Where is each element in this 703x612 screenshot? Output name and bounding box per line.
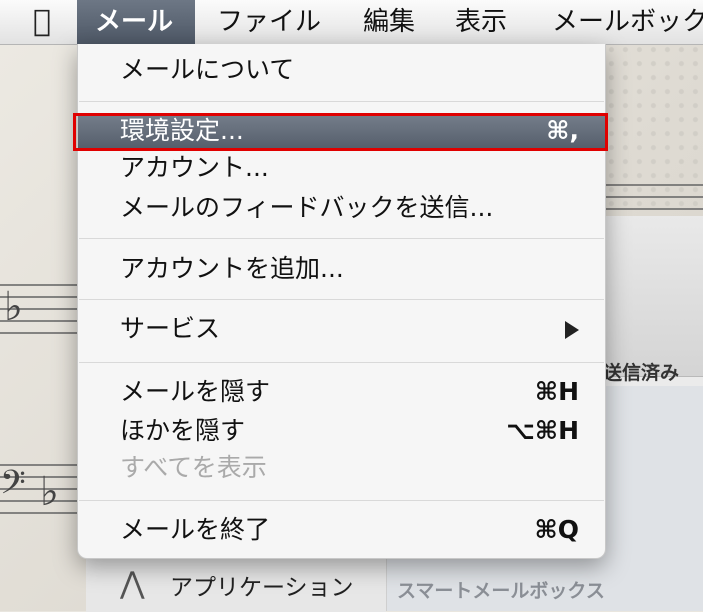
menu-item-hide-others[interactable]: ほかを隠す ⌥⌘H xyxy=(78,413,605,449)
music-staff xyxy=(603,184,703,220)
menu-item-label: ほかを隠す xyxy=(120,416,246,445)
sent-mailbox-label[interactable]: 送信済み xyxy=(603,358,679,385)
menu-item-accounts[interactable]: アカウント... xyxy=(78,150,605,186)
menu-item-add-account[interactable]: アカウントを追加... xyxy=(78,251,605,287)
menu-separator xyxy=(79,238,604,239)
finder-sidebar-item[interactable]: ⋀ アプリケーション xyxy=(86,555,386,612)
menu-edit[interactable]: 編集 xyxy=(345,0,433,44)
smart-mailbox-label[interactable]: スマートメールボックス xyxy=(397,576,605,603)
menu-item-about-mail[interactable]: メールについて xyxy=(78,52,605,88)
bass-clef-icon: 𝄢 xyxy=(0,464,26,510)
menu-item-label: すべてを表示 xyxy=(120,453,267,482)
menu-separator xyxy=(79,362,604,363)
menu-item-send-feedback[interactable]: メールのフィードバックを送信... xyxy=(78,190,605,226)
submenu-arrow-icon xyxy=(565,321,579,339)
menu-item-shortcut: ⌘H xyxy=(534,377,579,406)
menu-item-label: メールのフィードバックを送信... xyxy=(120,193,494,222)
menu-item-hide-mail[interactable]: メールを隠す ⌘H xyxy=(78,374,605,410)
menu-separator xyxy=(79,299,604,300)
menu-item-shortcut: ⌘Q xyxy=(534,515,579,544)
menu-bar:  メール ファイル 編集 表示 メールボック xyxy=(0,0,703,45)
applications-icon: ⋀ xyxy=(120,566,145,601)
menu-item-label: メールを終了 xyxy=(120,515,271,544)
flat-note-icon: ♭ xyxy=(4,284,23,330)
menu-view[interactable]: 表示 xyxy=(437,0,525,44)
menu-file[interactable]: ファイル xyxy=(199,0,339,44)
menu-separator xyxy=(79,500,604,501)
menu-item-quit-mail[interactable]: メールを終了 ⌘Q xyxy=(78,512,605,548)
menu-item-shortcut: ⌥⌘H xyxy=(506,416,579,445)
applications-label: アプリケーション xyxy=(170,575,354,601)
highlight-box xyxy=(73,113,608,151)
menu-mail[interactable]: メール xyxy=(77,0,195,44)
menu-mailbox[interactable]: メールボック xyxy=(534,0,703,44)
menu-item-label: サービス xyxy=(120,314,221,343)
menu-item-label: メールを隠す xyxy=(120,377,271,406)
menu-item-services[interactable]: サービス xyxy=(78,311,605,347)
menu-item-label: メールについて xyxy=(120,55,295,84)
menu-item-show-all: すべてを表示 xyxy=(78,450,605,486)
menu-separator xyxy=(79,101,604,102)
apple-logo-icon[interactable]:  xyxy=(24,4,60,40)
menu-item-label: アカウントを追加... xyxy=(120,254,344,283)
menu-item-label: アカウント... xyxy=(120,153,269,182)
flat-note-icon: ♭ xyxy=(40,469,59,515)
